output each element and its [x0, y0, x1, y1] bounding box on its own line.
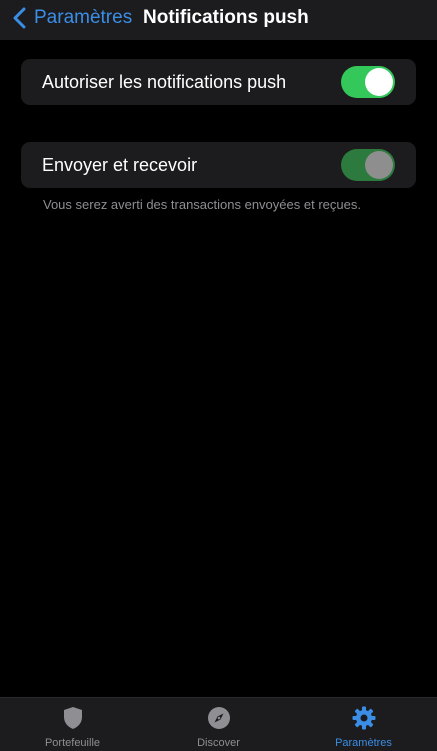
chevron-left-icon	[13, 7, 26, 29]
compass-icon	[207, 707, 230, 729]
shield-icon	[63, 707, 82, 729]
tab-parametres[interactable]: Paramètres	[291, 698, 436, 751]
tab-portefeuille[interactable]: Portefeuille	[0, 698, 145, 751]
gear-icon	[352, 706, 375, 730]
send-receive-row: Envoyer et recevoir	[21, 142, 416, 188]
toggle-knob	[365, 151, 393, 179]
navigation-bar: Paramètres Notifications push	[0, 0, 437, 40]
tab-discover[interactable]: Discover	[146, 698, 291, 751]
toggle-knob	[365, 68, 393, 96]
tab-bar: Portefeuille Discover Paramètres	[0, 697, 437, 751]
back-button-label: Paramètres	[34, 7, 133, 28]
tab-label: Discover	[197, 737, 240, 749]
allow-push-row: Autoriser les notifications push	[21, 59, 416, 105]
tab-label: Paramètres	[335, 737, 392, 749]
allow-push-toggle[interactable]	[341, 66, 395, 98]
send-receive-label: Envoyer et recevoir	[42, 155, 198, 175]
back-button[interactable]: Paramètres	[12, 4, 132, 32]
tab-label: Portefeuille	[44, 737, 101, 749]
send-receive-footnote: Vous serez averti des transactions envoy…	[43, 197, 361, 212]
send-receive-toggle[interactable]	[341, 149, 395, 181]
allow-push-label: Autoriser les notifications push	[42, 72, 287, 92]
page-title: Notifications push	[143, 7, 309, 28]
